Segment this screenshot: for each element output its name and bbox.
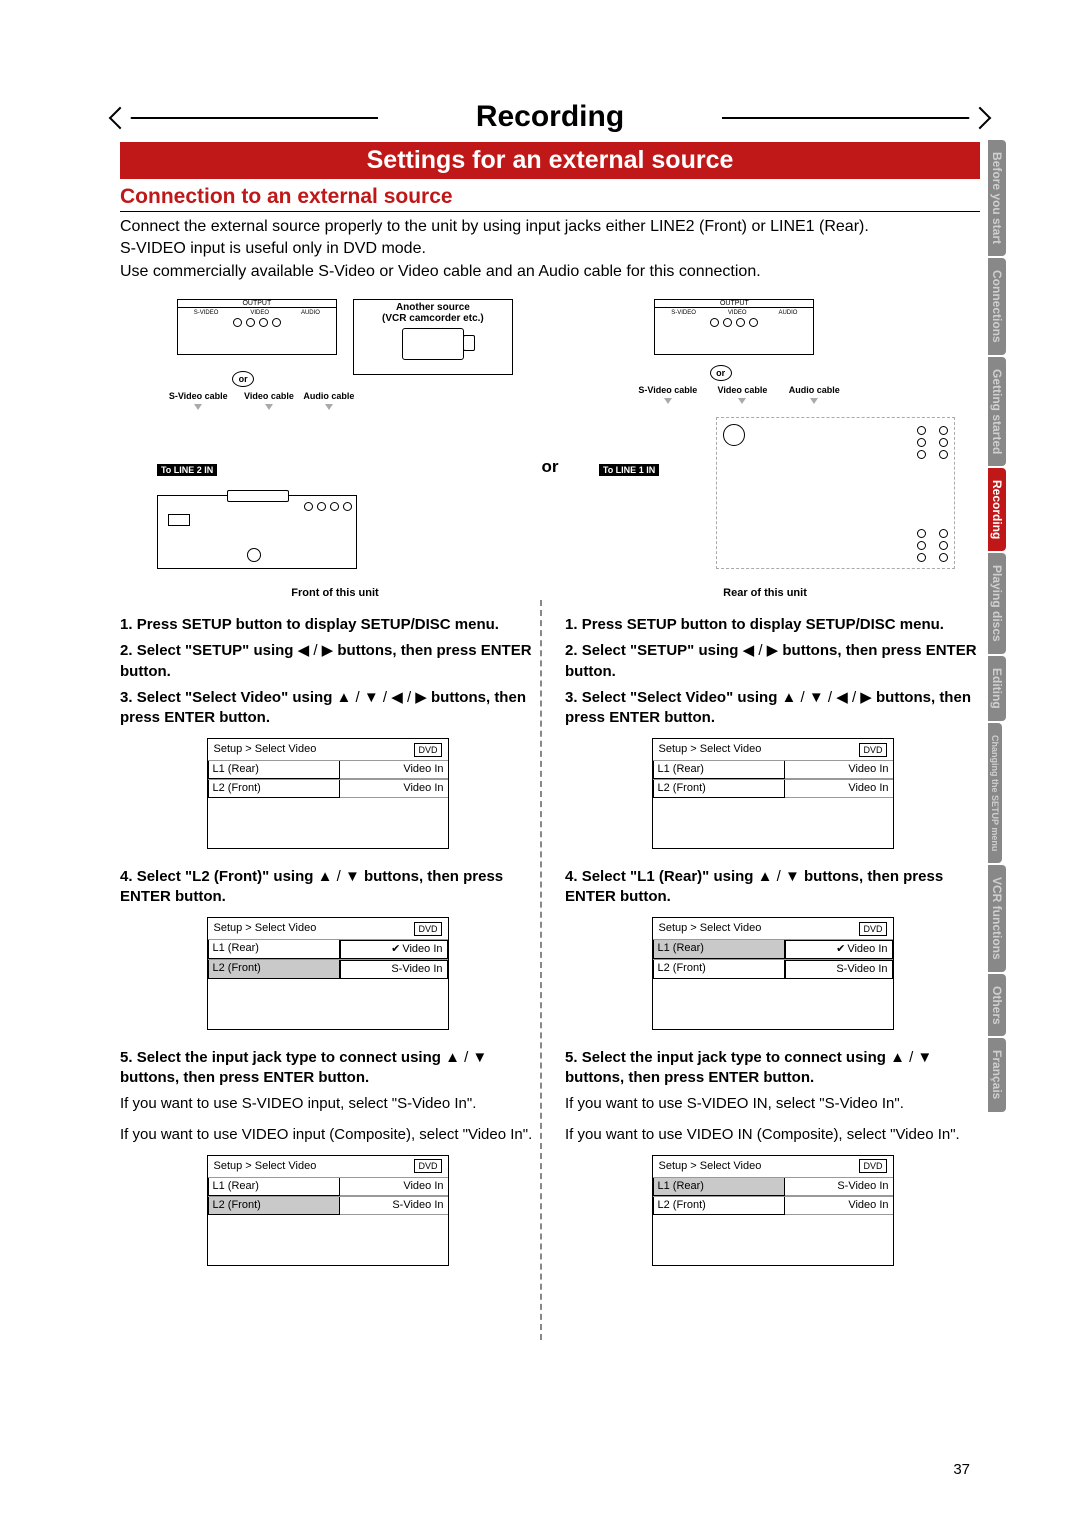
cassette-icon <box>168 514 190 526</box>
camcorder-icon <box>402 328 464 360</box>
section-heading: Connection to an external source <box>120 185 980 212</box>
menu-title: Setup > Select Video <box>214 742 317 757</box>
jack-audio-label: AUDIO <box>301 310 320 316</box>
intro-line-1: Connect the external source properly to … <box>120 216 980 238</box>
camcorder-box-left: Another source (VCR camcorder etc.) <box>353 299 513 375</box>
left-step-5: 5. Select the input jack type to connect… <box>120 1048 535 1089</box>
page-number: 37 <box>953 1461 970 1478</box>
tab-before-you-start[interactable]: Before you start <box>988 140 1006 256</box>
left-step-1: 1. Press SETUP button to display SETUP/D… <box>120 615 535 635</box>
front-unit-box <box>157 495 357 569</box>
right-step-5: 5. Select the input jack type to connect… <box>565 1048 980 1089</box>
jog-dial-icon <box>247 548 261 562</box>
audio-cable-label-right: Audio cable <box>789 386 840 404</box>
right-column: 1. Press SETUP button to display SETUP/D… <box>565 615 980 1283</box>
dvd-badge: DVD <box>414 743 441 757</box>
right-menu-1: Setup > Select VideoDVD L1 (Rear)Video I… <box>652 738 894 849</box>
output-box-left: OUTPUT S-VIDEO VIDEO AUDIO <box>177 299 337 355</box>
output-label-r: OUTPUT <box>655 300 813 308</box>
disc-tray-icon <box>227 490 288 502</box>
rear-caption: Rear of this unit <box>567 587 963 599</box>
check-icon <box>836 943 847 955</box>
left-note-2: If you want to use VIDEO input (Composit… <box>120 1125 535 1145</box>
check-icon <box>391 943 402 955</box>
rear-unit-box <box>716 417 955 569</box>
another-source-l2: (VCR camcorder etc.) <box>354 313 512 324</box>
jack-video-label: VIDEO <box>250 310 269 316</box>
chapter-title: Recording <box>456 100 644 134</box>
tab-playing-discs[interactable]: Playing discs <box>988 553 1006 654</box>
right-note-1: If you want to use S-VIDEO IN, select "S… <box>565 1094 980 1114</box>
right-step-2: 2. Select "SETUP" using ◀ / ▶ buttons, t… <box>565 641 980 682</box>
banner-wire-right <box>722 117 980 119</box>
svideo-cable-label-right: S-Video cable <box>638 386 697 404</box>
left-step-2: 2. Select "SETUP" using ◀ / ▶ buttons, t… <box>120 641 535 682</box>
tab-connections[interactable]: Connections <box>988 258 1006 355</box>
svideo-cable-label-left: S-Video cable <box>169 392 228 410</box>
tab-recording[interactable]: Recording <box>988 468 1006 551</box>
to-line1-tag: To LINE 1 IN <box>599 464 659 476</box>
left-menu-1: Setup > Select VideoDVD L1 (Rear)Video I… <box>207 738 449 849</box>
banner-wire-left <box>120 117 378 119</box>
intro-text: Connect the external source properly to … <box>120 216 980 283</box>
column-separator <box>540 600 542 1340</box>
or-pill-right-top: or <box>710 365 732 381</box>
diagram-center-or: or <box>542 457 559 477</box>
jack-svideo-label: S-VIDEO <box>194 310 219 316</box>
tab-getting-started[interactable]: Getting started <box>988 357 1006 466</box>
instruction-columns: 1. Press SETUP button to display SETUP/D… <box>120 615 980 1283</box>
tab-changing-setup[interactable]: Changing the SETUP menu <box>988 723 1002 863</box>
right-menu-3: Setup > Select VideoDVD L1 (Rear)S-Video… <box>652 1155 894 1266</box>
left-menu-2: Setup > Select VideoDVD L1 (Rear)Video I… <box>207 917 449 1030</box>
video-cable-label-left: Video cable <box>244 392 294 410</box>
connection-diagram: OUTPUT S-VIDEO VIDEO AUDIO Another sourc… <box>120 299 980 599</box>
left-note-1: If you want to use S-VIDEO input, select… <box>120 1094 535 1114</box>
diagram-front: OUTPUT S-VIDEO VIDEO AUDIO Another sourc… <box>137 299 533 599</box>
or-pill-left-top: or <box>232 371 254 387</box>
left-menu-3: Setup > Select VideoDVD L1 (Rear)Video I… <box>207 1155 449 1266</box>
left-step-3: 3. Select "Select Video" using ▲ / ▼ / ◀… <box>120 688 535 729</box>
front-caption: Front of this unit <box>137 587 533 599</box>
tab-francais[interactable]: Français <box>988 1038 1006 1111</box>
right-step-4: 4. Select "L1 (Rear)" using ▲ / ▼ button… <box>565 867 980 908</box>
video-cable-label-right: Video cable <box>718 386 768 404</box>
intro-line-3: Use commercially available S-Video or Vi… <box>120 261 980 283</box>
right-step-1: 1. Press SETUP button to display SETUP/D… <box>565 615 980 635</box>
output-box-right: OUTPUT S-VIDEO VIDEO AUDIO <box>654 299 814 355</box>
tab-others[interactable]: Others <box>988 974 1006 1037</box>
left-step-4: 4. Select "L2 (Front)" using ▲ / ▼ butto… <box>120 867 535 908</box>
left-column: 1. Press SETUP button to display SETUP/D… <box>120 615 535 1283</box>
tab-editing[interactable]: Editing <box>988 656 1006 721</box>
tab-vcr-functions[interactable]: VCR functions <box>988 865 1006 972</box>
right-menu-2: Setup > Select VideoDVD L1 (Rear)Video I… <box>652 917 894 1030</box>
another-source-l1: Another source <box>354 302 512 313</box>
to-line2-tag: To LINE 2 IN <box>157 464 217 476</box>
chapter-banner: Recording <box>120 100 980 134</box>
audio-cable-label-left: Audio cable <box>303 392 354 410</box>
side-tabs: Before you start Connections Getting sta… <box>988 140 1020 1114</box>
intro-line-2: S-VIDEO input is useful only in DVD mode… <box>120 238 980 260</box>
subtitle-bar: Settings for an external source <box>120 142 980 179</box>
right-note-2: If you want to use VIDEO IN (Composite),… <box>565 1125 980 1145</box>
right-step-3: 3. Select "Select Video" using ▲ / ▼ / ◀… <box>565 688 980 729</box>
rf-jack-icon <box>723 424 745 446</box>
diagram-rear: OUTPUT S-VIDEO VIDEO AUDIO or S-Video ca… <box>567 299 963 599</box>
output-label: OUTPUT <box>178 300 336 308</box>
